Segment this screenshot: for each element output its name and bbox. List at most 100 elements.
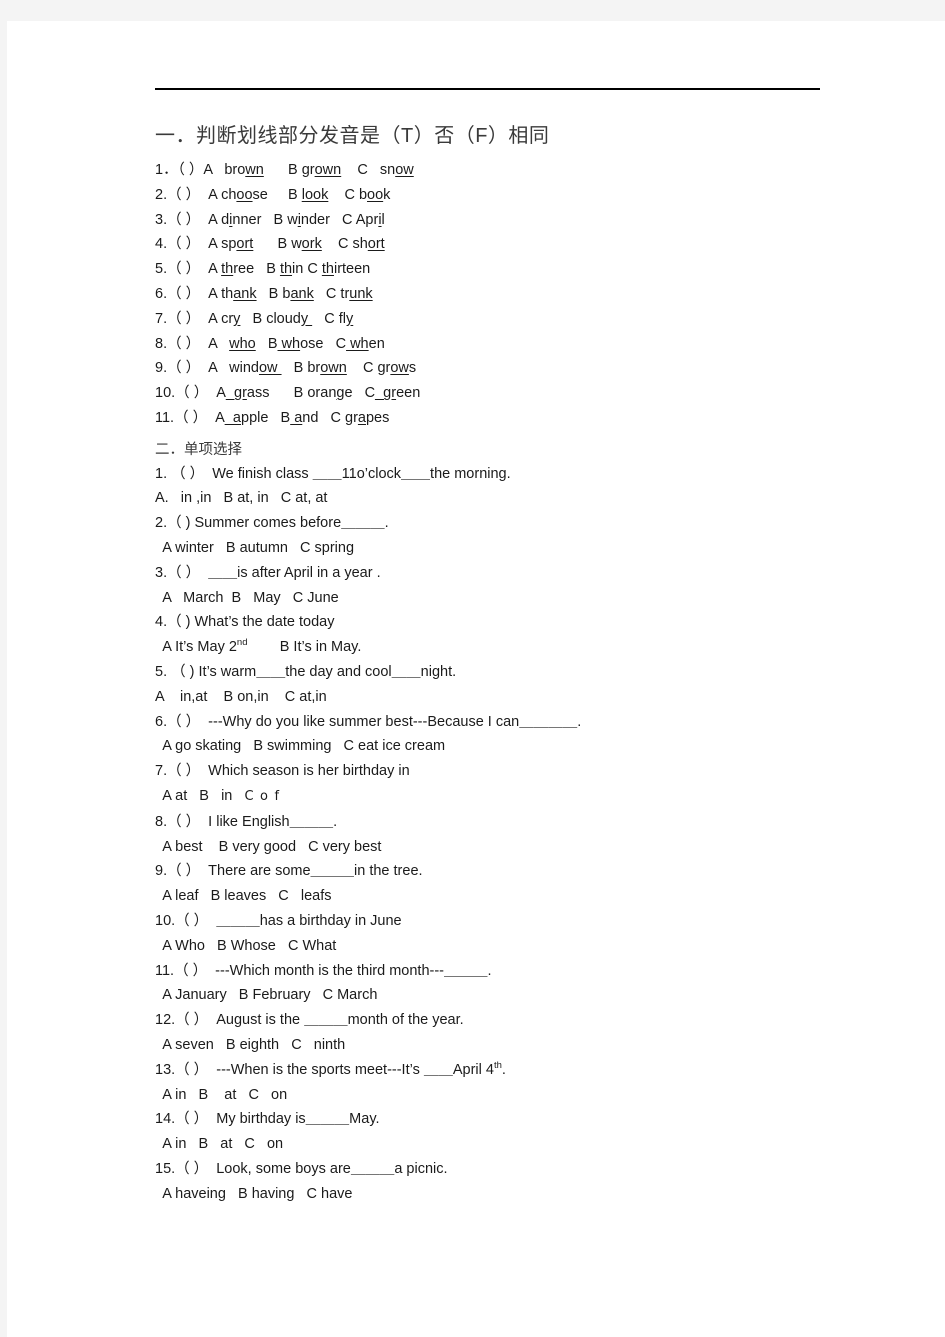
option-a: A window bbox=[200, 360, 282, 377]
question-options[interactable]: A in B at C on bbox=[159, 1132, 828, 1157]
question-stem: 6.（ ） ---Why do you like summer best---B… bbox=[155, 713, 582, 730]
answer-bracket[interactable]: （ ） bbox=[174, 410, 207, 426]
question-stem: 7.（ ） Which season is her birthday in bbox=[155, 763, 410, 780]
option-b: B look bbox=[267, 186, 329, 203]
answer-bracket[interactable]: （ ） bbox=[167, 261, 200, 277]
item-number: 2. bbox=[155, 186, 168, 203]
option-c: C when bbox=[323, 335, 385, 352]
list-item: 9.（ ） A window B brown C grows bbox=[155, 356, 828, 381]
question-options[interactable]: A It’s May 2nd B It’s in May. bbox=[159, 635, 828, 660]
list-item: 8.（ ） A who B whose C when bbox=[155, 332, 828, 357]
option-c: C book bbox=[328, 186, 391, 203]
list-item: 1．（ ）A brown B grown C snow bbox=[155, 158, 828, 183]
item-number: 5. bbox=[155, 261, 168, 278]
answer-bracket[interactable]: （ ） bbox=[178, 162, 204, 178]
question-options[interactable]: A go skating B swimming C eat ice cream bbox=[159, 734, 828, 759]
list-item: 7.（ ） A cry B cloudy C fly bbox=[155, 307, 828, 332]
list-item: 11.（ ） A_apple B and C grapes bbox=[155, 406, 828, 431]
option-b: B grown bbox=[263, 162, 342, 178]
question-options[interactable]: A winter B autumn C spring bbox=[159, 536, 828, 561]
question-stem: 1. （ ） We finish class ＿＿11o’clock＿＿the … bbox=[155, 465, 511, 482]
question-stem: 8.（ ） I like English＿＿＿. bbox=[155, 813, 338, 830]
header-rule bbox=[155, 88, 820, 90]
option-a: A choose bbox=[200, 186, 268, 203]
item-number: 8. bbox=[155, 335, 168, 352]
question-stem: 9.（ ） There are some＿＿＿in the tree. bbox=[155, 863, 423, 880]
question-stem: 2.（ ) Summer comes before＿＿＿. bbox=[155, 515, 389, 532]
answer-bracket[interactable]: （ ） bbox=[167, 286, 200, 302]
question-options[interactable]: A. in ,in B at, in C at, at bbox=[155, 486, 828, 511]
question-stem: 11.（ ） ---Which month is the third month… bbox=[155, 962, 492, 979]
list-item: 2.（ ） A choose B look C book bbox=[155, 183, 828, 208]
answer-bracket[interactable]: （ ） bbox=[167, 311, 200, 327]
question-options[interactable]: A in,at B on,in C at,in bbox=[155, 685, 828, 710]
item-number: 7. bbox=[155, 310, 168, 327]
option-a: A sport bbox=[200, 236, 254, 253]
answer-bracket[interactable]: （ ） bbox=[167, 360, 200, 376]
option-b: B brown bbox=[281, 360, 347, 377]
option-a: A cry bbox=[200, 310, 241, 327]
option-a: A_grass bbox=[208, 385, 270, 402]
answer-bracket[interactable]: （ ） bbox=[167, 236, 200, 252]
answer-bracket[interactable]: （ ） bbox=[167, 212, 200, 228]
list-item: 6.（ ） A thank B bank C trunk bbox=[155, 282, 828, 307]
item-number: 9. bbox=[155, 360, 168, 377]
option-b: B work bbox=[253, 236, 322, 253]
question-stem: 14.（ ） My birthday is＿＿＿May. bbox=[155, 1111, 380, 1128]
question-options[interactable]: A best B very good C very best bbox=[159, 835, 828, 860]
question-options[interactable]: A at B in C o f bbox=[159, 784, 828, 810]
section-two-questions: 1. （ ） We finish class ＿＿11o’clock＿＿the … bbox=[148, 462, 828, 1207]
option-c: C trunk bbox=[313, 285, 373, 302]
option-b: B winder bbox=[261, 211, 330, 228]
item-number: 1． bbox=[155, 162, 178, 178]
question-options[interactable]: A leaf B leaves C leafs bbox=[159, 884, 828, 909]
answer-bracket[interactable]: （ ） bbox=[167, 336, 200, 352]
option-c: C fly bbox=[312, 310, 354, 327]
question-stem: 4.（ ) What’s the date today bbox=[155, 614, 335, 631]
item-number: 4. bbox=[155, 236, 168, 253]
list-item: 5.（ ） A three B thin C thirteen bbox=[155, 257, 828, 282]
option-c: C_green bbox=[352, 385, 421, 402]
question-stem: 10.（ ） ＿＿＿has a birthday in June bbox=[155, 912, 402, 929]
section-two-heading: 二．单项选择 bbox=[155, 441, 242, 458]
option-b: B and bbox=[268, 409, 319, 426]
option-a: A who bbox=[200, 335, 256, 352]
option-b: B orange bbox=[269, 385, 353, 402]
question-options[interactable]: A haveing B having C have bbox=[159, 1182, 828, 1207]
question-options[interactable]: A in B at C on bbox=[159, 1083, 828, 1108]
option-a: A thank bbox=[200, 285, 257, 302]
question-stem: 3.（ ） ＿＿is after April in a year . bbox=[155, 564, 381, 581]
option-c: C thirteen bbox=[303, 261, 371, 278]
option-c: C grows bbox=[346, 360, 417, 377]
option-b: B thin bbox=[254, 261, 304, 278]
document-page: 一．判断划线部分发音是（T）否（F）相同 1．（ ）A brown B grow… bbox=[7, 21, 945, 1337]
option-c: C snow bbox=[341, 162, 414, 178]
option-a: A three bbox=[200, 261, 255, 278]
question-options[interactable]: A Who B Whose C What bbox=[159, 934, 828, 959]
item-number: 11. bbox=[155, 409, 175, 426]
item-number: 10. bbox=[155, 385, 176, 402]
option-a: A dinner bbox=[200, 211, 262, 228]
section-one-items: 1．（ ）A brown B grown C snow 2.（ ） A choo… bbox=[148, 158, 828, 431]
list-item: 10.（ ） A_grass B orange C_green bbox=[155, 381, 828, 406]
answer-bracket[interactable]: （ ） bbox=[175, 385, 208, 401]
question-options[interactable]: A March B May C June bbox=[159, 586, 828, 611]
question-stem: 13.（ ） ---When is the sports meet---It’s… bbox=[155, 1059, 506, 1078]
item-number: 6. bbox=[155, 285, 168, 302]
ordinal-suffix: th bbox=[493, 1059, 502, 1071]
question-stem: 12.（ ） August is the ＿＿＿month of the yea… bbox=[155, 1012, 464, 1029]
answer-bracket[interactable]: （ ） bbox=[167, 187, 200, 203]
section-one-heading: 一．判断划线部分发音是（T）否（F）相同 bbox=[155, 125, 550, 147]
option-c-alt-font: C o f bbox=[244, 788, 281, 804]
ordinal-suffix: nd bbox=[236, 637, 248, 649]
list-item: 3.（ ） A dinner B winder C April bbox=[155, 208, 828, 233]
option-b: B cloudy bbox=[240, 310, 313, 327]
question-options[interactable]: A seven B eighth C ninth bbox=[159, 1033, 828, 1058]
option-b: B whose bbox=[255, 335, 324, 352]
question-options[interactable]: A January B February C March bbox=[159, 983, 828, 1008]
option-a: A_apple bbox=[207, 409, 269, 426]
option-c: C short bbox=[321, 236, 385, 253]
question-stem: 15.（ ） Look, some boys are＿＿＿a picnic. bbox=[155, 1160, 448, 1177]
document-content: 一．判断划线部分发音是（T）否（F）相同 1．（ ）A brown B grow… bbox=[148, 88, 828, 1207]
option-b: B bank bbox=[256, 285, 314, 302]
